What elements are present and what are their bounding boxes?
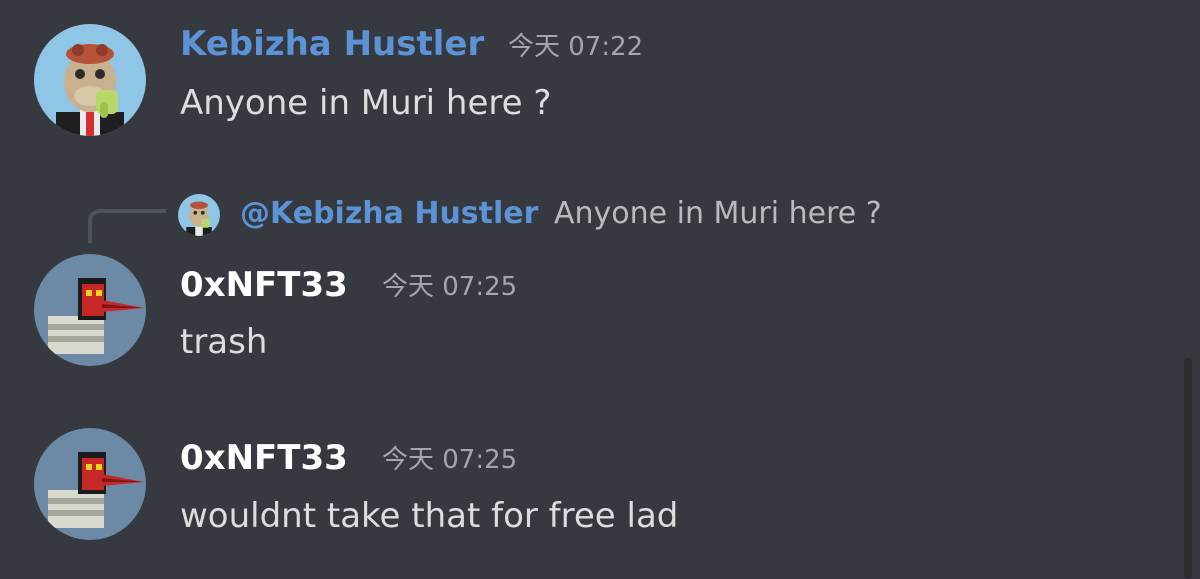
chat-message-list: Kebizha Hustler 今天 07:22 Anyone in Muri … [0,0,1200,579]
ape-avatar-icon[interactable] [178,194,220,236]
message-author[interactable]: Kebizha Hustler [180,24,484,64]
message-timestamp: 今天 07:25 [382,272,518,302]
reply-spine [88,209,166,243]
masked-figure-avatar-icon[interactable] [34,428,146,540]
ape-avatar-icon[interactable] [34,24,146,136]
message-content: Anyone in Muri here ? [180,83,552,123]
scrollbar[interactable] [1184,358,1192,579]
message-content: trash [180,322,268,362]
message-timestamp: 今天 07:25 [382,445,518,475]
message-timestamp: 今天 07:22 [508,32,644,62]
message-author[interactable]: 0xNFT33 [180,265,348,305]
message-author[interactable]: 0xNFT33 [180,438,348,478]
masked-figure-avatar-icon[interactable] [34,254,146,366]
reply-preview-text[interactable]: Anyone in Muri here ? [554,195,882,233]
message-content: wouldnt take that for free lad [180,496,679,536]
reply-mention[interactable]: @Kebizha Hustler [240,195,538,233]
